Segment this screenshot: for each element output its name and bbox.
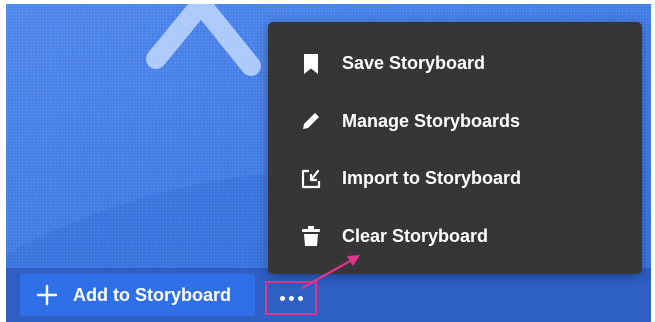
menu-item-label: Save Storyboard: [342, 53, 486, 74]
more-dots-icon: [279, 295, 285, 301]
menu-item-label: Manage Storyboards: [342, 110, 521, 131]
menu-item-manage-storyboards[interactable]: Manage Storyboards: [268, 93, 642, 151]
plus-icon: [36, 284, 58, 306]
menu-item-label: Clear Storyboard: [342, 225, 489, 246]
more-dot: [288, 295, 294, 301]
add-to-storyboard-label: Add to Storyboard: [73, 284, 231, 305]
menu-item-label: Import to Storyboard: [342, 168, 521, 189]
storyboard-menu: Save Storyboard Manage Storyboards Impor…: [268, 22, 642, 274]
menu-item-save-storyboard[interactable]: Save Storyboard: [268, 35, 642, 93]
trash-icon: [300, 224, 322, 248]
more-options-button[interactable]: [265, 281, 317, 315]
add-to-storyboard-button[interactable]: Add to Storyboard: [20, 274, 255, 316]
more-dot: [297, 295, 303, 301]
bookmark-icon: [300, 52, 322, 76]
import-icon: [300, 167, 322, 191]
menu-item-import-to-storyboard[interactable]: Import to Storyboard: [268, 150, 642, 208]
menu-item-clear-storyboard[interactable]: Clear Storyboard: [268, 208, 642, 266]
pencil-icon: [300, 109, 322, 133]
